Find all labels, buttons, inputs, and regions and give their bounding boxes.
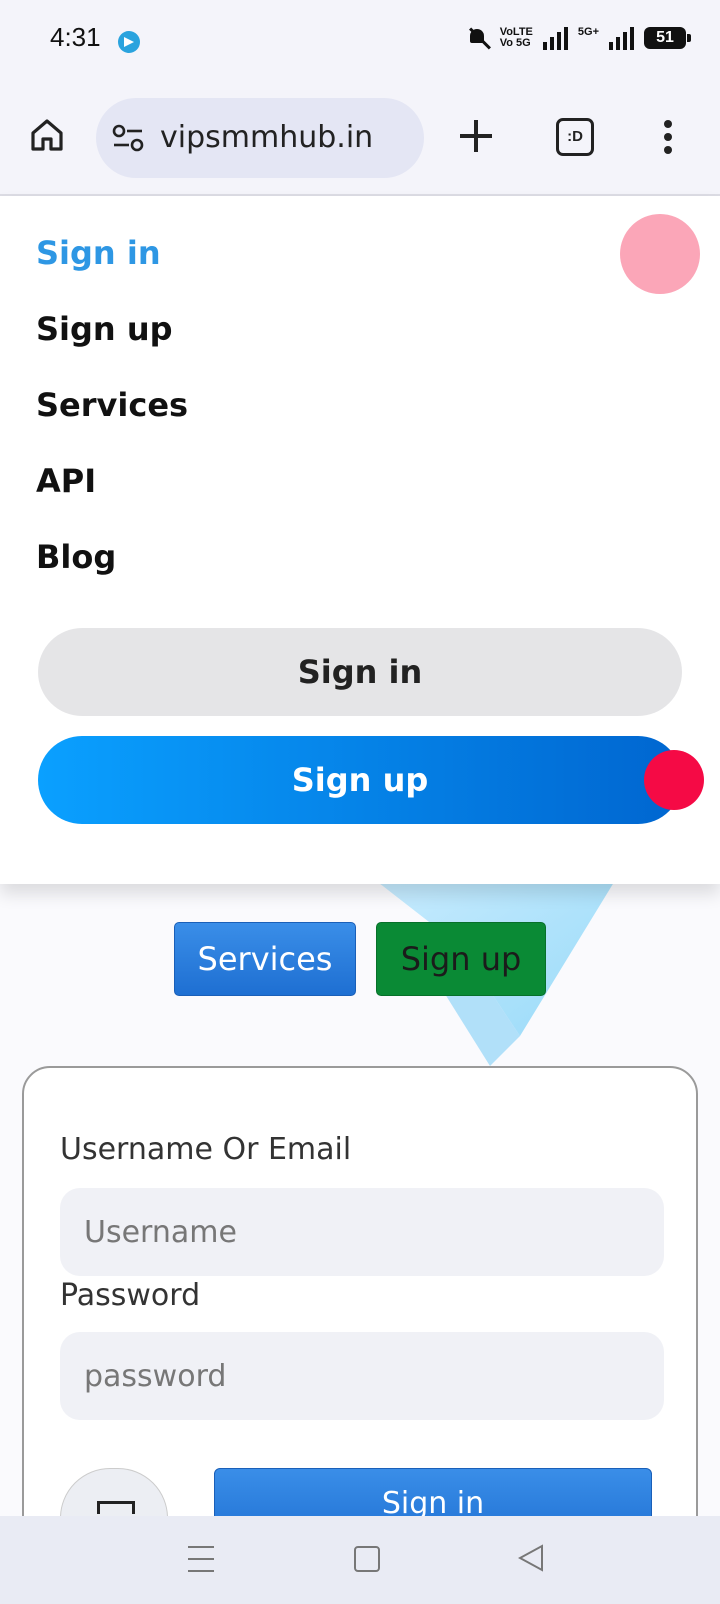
battery-icon: 51 xyxy=(644,27,691,49)
network-type: 5G+ xyxy=(577,26,599,38)
nav-menu-panel: Sign in Sign up Services API Blog Sign i… xyxy=(0,196,720,884)
touch-indicator xyxy=(620,214,700,294)
clock: 4:31 xyxy=(50,22,101,52)
login-form: Username Or Email Password Sign in xyxy=(22,1066,698,1516)
browser-toolbar: vipsmmhub.in :D xyxy=(0,82,720,196)
site-settings-icon[interactable] xyxy=(112,124,144,152)
menu-signup-label: Sign up xyxy=(291,761,429,799)
username-input[interactable] xyxy=(60,1188,664,1276)
volte-bottom-label: Vo 5G xyxy=(499,37,531,49)
url-text[interactable]: vipsmmhub.in xyxy=(160,120,373,155)
services-button[interactable]: Services xyxy=(174,922,356,996)
address-bar[interactable]: vipsmmhub.in xyxy=(96,98,424,178)
signup-button-green[interactable]: Sign up xyxy=(376,922,546,996)
username-label: Username Or Email xyxy=(60,1132,352,1167)
status-icons: VoLTE Vo 5G 5G+ 51 xyxy=(466,26,691,50)
signal-icon xyxy=(542,26,568,50)
nav-link-services[interactable]: Services xyxy=(36,386,188,424)
system-nav-bar xyxy=(0,1516,720,1604)
home-icon[interactable] xyxy=(30,118,64,152)
tab-switcher-button[interactable]: :D xyxy=(556,118,594,156)
nav-link-blog[interactable]: Blog xyxy=(36,538,116,576)
status-bar: 4:31 VoLTE Vo 5G 5G+ 51 xyxy=(0,0,720,82)
form-signin-button[interactable]: Sign in xyxy=(214,1468,652,1516)
menu-signup-button[interactable]: Sign up xyxy=(38,736,704,824)
signal-icon-2 xyxy=(609,26,634,50)
more-options-icon[interactable] xyxy=(664,120,672,154)
password-label: Password xyxy=(60,1278,201,1313)
password-input[interactable] xyxy=(60,1332,664,1420)
menu-signin-button[interactable]: Sign in xyxy=(38,628,682,716)
new-tab-icon[interactable] xyxy=(460,120,492,152)
hero-buttons: Services Sign up xyxy=(174,922,546,996)
nav-link-signin[interactable]: Sign in xyxy=(36,234,161,272)
volte-indicator: VoLTE Vo 5G xyxy=(500,27,533,49)
mute-icon xyxy=(466,26,490,50)
remember-toggle[interactable] xyxy=(60,1468,168,1516)
nav-link-signup[interactable]: Sign up xyxy=(36,310,173,348)
back-icon[interactable] xyxy=(518,1544,544,1572)
recents-icon[interactable] xyxy=(188,1546,214,1572)
telegram-icon xyxy=(118,31,140,53)
home-button-icon[interactable] xyxy=(354,1546,380,1572)
record-indicator xyxy=(644,750,704,810)
nav-link-api[interactable]: API xyxy=(36,462,96,500)
